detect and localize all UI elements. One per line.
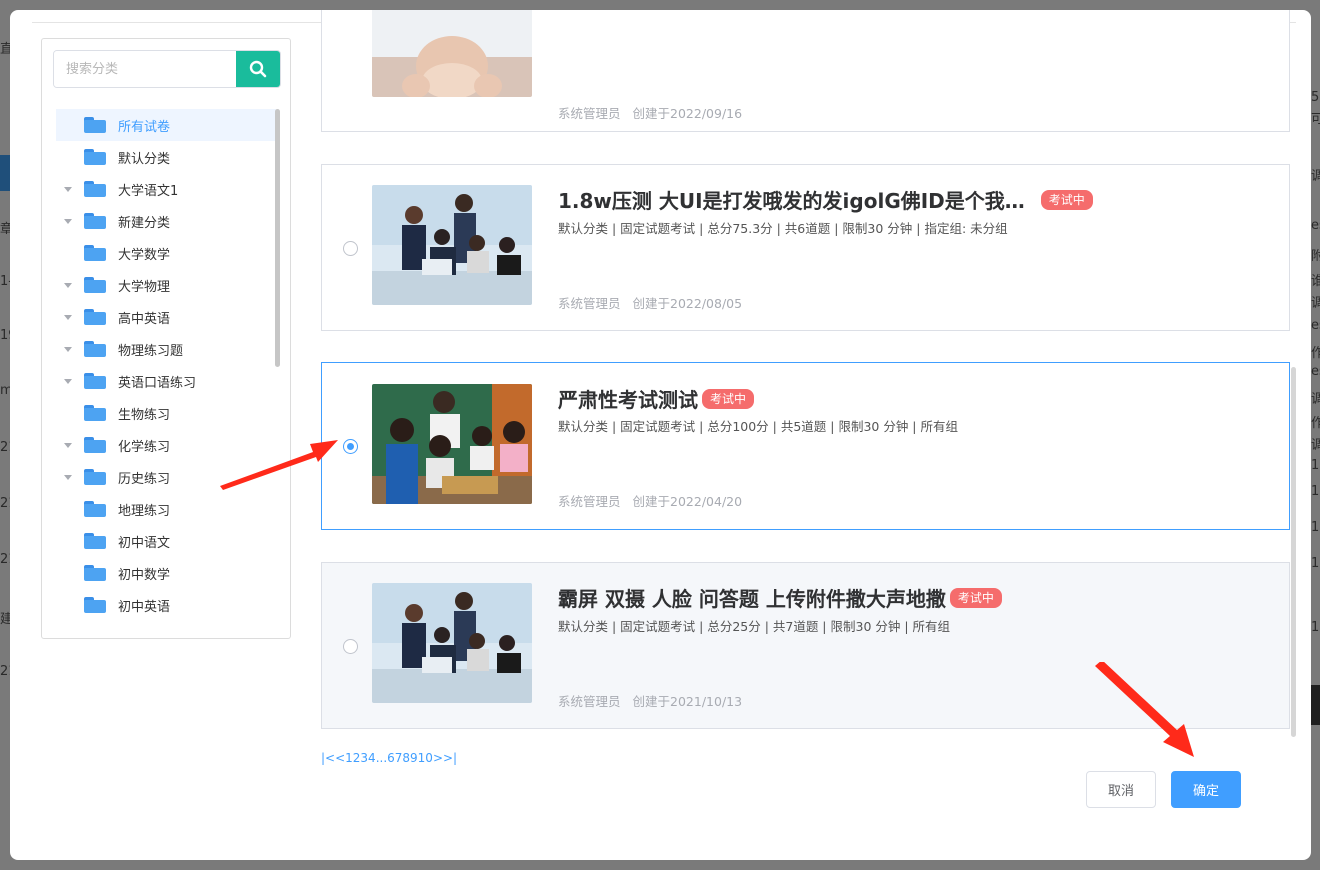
background-text: 调 — [1311, 169, 1320, 184]
exam-created-date: 创建于2022/08/05 — [632, 296, 743, 311]
exam-footer: 系统管理员 创建于2022/09/16 — [558, 103, 742, 122]
exam-thumbnail — [372, 185, 532, 305]
exam-list-scrollbar[interactable] — [1291, 367, 1296, 737]
exam-status-badge: 考试中 — [1040, 189, 1093, 210]
background-text: 可 — [1311, 112, 1320, 127]
background-text: 作 — [1311, 346, 1320, 361]
background-text: 调 — [1311, 392, 1320, 407]
background-text: 10 — [1311, 458, 1320, 473]
pagination[interactable]: |<<1234...678910>>| — [321, 751, 457, 765]
background-text: 谁 — [1311, 274, 1320, 289]
exam-status-badge: 考试中 — [949, 587, 1002, 608]
background-text: 10 — [1311, 556, 1320, 571]
exam-title-text: 霸屏 双摄 人脸 问答题 上传附件撒大声地撒 — [558, 587, 946, 611]
exam-card[interactable]: 系统管理员 创建于2022/09/16 — [321, 10, 1290, 132]
background-text: 作 — [1311, 416, 1320, 431]
exam-author: 系统管理员 — [558, 296, 621, 311]
exam-title: 严肃性考试测试 考试中 — [558, 384, 755, 413]
background-text: 10 — [1311, 520, 1320, 535]
exam-thumbnail — [372, 583, 532, 703]
exam-title: 霸屏 双摄 人脸 问答题 上传附件撒大声地撒 考试中 — [558, 583, 1002, 612]
exam-footer: 系统管理员 创建于2022/04/20 — [558, 491, 742, 510]
exam-list: 系统管理员 创建于2022/09/16 1.8w压测 大UI是打发哦发的发igo… — [10, 10, 1311, 860]
exam-radio[interactable] — [343, 241, 358, 256]
exam-title: 1.8w压测 大UI是打发哦发的发igolG佛ID是个我… 考试中 — [558, 185, 1093, 214]
exam-thumbnail — [372, 384, 532, 504]
exam-status-badge: 考试中 — [702, 388, 755, 409]
background-text: 调 — [1311, 296, 1320, 311]
exam-card[interactable]: 霸屏 双摄 人脸 问答题 上传附件撒大声地撒 考试中 默认分类 | 固定试题考试… — [321, 562, 1290, 729]
exam-footer: 系统管理员 创建于2022/08/05 — [558, 293, 742, 312]
exam-radio-checked[interactable] — [343, 439, 358, 454]
exam-created-date: 创建于2022/09/16 — [632, 106, 743, 121]
exam-meta: 默认分类 | 固定试题考试 | 总分100分 | 共5道题 | 限制30 分钟 … — [558, 419, 958, 434]
exam-title-text: 1.8w压测 大UI是打发哦发的发igolG佛ID是个我… — [558, 189, 1025, 213]
exam-author: 系统管理员 — [558, 106, 621, 121]
exam-title-text: 严肃性考试测试 — [558, 388, 698, 412]
background-text: es — [1311, 364, 1320, 379]
exam-radio[interactable] — [343, 639, 358, 654]
exam-meta: 默认分类 | 固定试题考试 | 总分25分 | 共7道题 | 限制30 分钟 |… — [558, 619, 951, 634]
background-text: es — [1311, 318, 1320, 333]
background-text: 10 — [1311, 620, 1320, 635]
exam-card-selected[interactable]: 严肃性考试测试 考试中 默认分类 | 固定试题考试 | 总分100分 | 共5道… — [321, 362, 1290, 530]
select-exam-dialog: 所有试卷默认分类大学语文1新建分类大学数学大学物理高中英语物理练习题英语口语练习… — [10, 10, 1311, 860]
exam-author: 系统管理员 — [558, 694, 621, 709]
background-text: 调 — [1311, 438, 1320, 453]
exam-created-date: 创建于2021/10/13 — [632, 694, 743, 709]
exam-footer: 系统管理员 创建于2021/10/13 — [558, 691, 742, 710]
exam-meta: 默认分类 | 固定试题考试 | 总分75.3分 | 共6道题 | 限制30 分钟… — [558, 221, 1008, 236]
background-text: 5 — [1311, 90, 1320, 105]
exam-author: 系统管理员 — [558, 494, 621, 509]
exam-card[interactable]: 1.8w压测 大UI是打发哦发的发igolG佛ID是个我… 考试中 默认分类 |… — [321, 164, 1290, 331]
background-text: 附 — [1311, 249, 1320, 264]
background-text: 10 — [1311, 484, 1320, 499]
confirm-button[interactable]: 确定 — [1171, 771, 1241, 808]
background-scroll-fragment — [1310, 685, 1320, 725]
exam-created-date: 创建于2022/04/20 — [632, 494, 743, 509]
background-text: es — [1311, 218, 1320, 233]
exam-thumbnail — [372, 10, 532, 97]
cancel-button[interactable]: 取消 — [1086, 771, 1156, 808]
